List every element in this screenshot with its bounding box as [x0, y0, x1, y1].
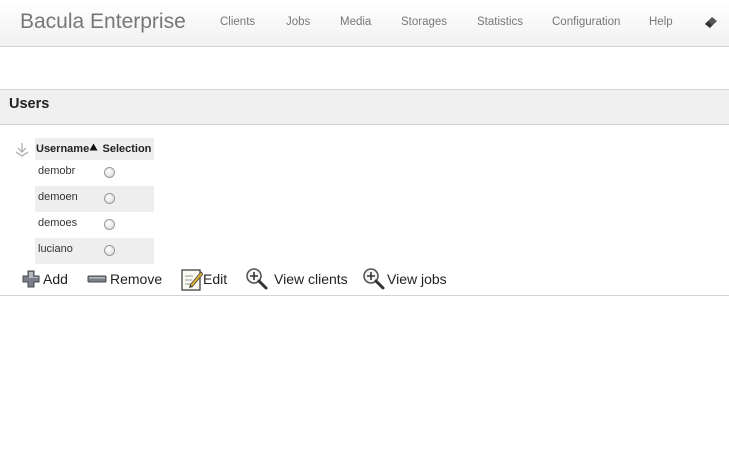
page-title: Users	[9, 96, 50, 112]
remove-label: Remove	[110, 271, 163, 287]
eraser-icon[interactable]	[703, 14, 719, 30]
action-toolbar: Add Remove Edit View clients View jobs	[0, 263, 729, 296]
selection-radio[interactable]	[104, 219, 116, 230]
selection-radio[interactable]	[104, 167, 116, 178]
top-navbar: Bacula Enterprise Clients Jobs Media Sto…	[0, 0, 729, 47]
nav-storages[interactable]: Storages	[401, 16, 447, 28]
nav-media[interactable]: Media	[340, 16, 371, 28]
selection-radio[interactable]	[104, 245, 116, 256]
nav-statistics[interactable]: Statistics	[477, 16, 523, 28]
username-cell: demoen	[35, 186, 102, 212]
edit-note-icon	[181, 269, 203, 291]
table-row[interactable]: demobr	[35, 160, 154, 186]
column-header-username[interactable]: Username	[35, 138, 102, 160]
sort-ascending-icon	[89, 143, 98, 151]
nav-help[interactable]: Help	[649, 16, 673, 28]
view-jobs-label: View jobs	[387, 271, 447, 287]
selection-cell	[101, 186, 154, 212]
users-table: Username Selection demobr demoen demoes …	[35, 138, 154, 264]
selection-cell	[101, 212, 154, 238]
add-label: Add	[43, 271, 68, 287]
plus-icon	[22, 270, 40, 288]
table-row[interactable]: demoes	[35, 212, 154, 238]
brand-title[interactable]: Bacula Enterprise	[20, 10, 186, 34]
minus-icon	[87, 275, 107, 283]
table-row[interactable]: luciano	[35, 238, 154, 264]
column-label-selection: Selection	[102, 143, 152, 155]
sort-order-icon[interactable]	[14, 142, 30, 158]
nav-clients[interactable]: Clients	[220, 16, 255, 28]
zoom-in-icon	[363, 268, 385, 290]
username-cell: demobr	[38, 165, 76, 177]
nav-jobs[interactable]: Jobs	[286, 16, 310, 28]
view-jobs-button[interactable]: View jobs	[362, 267, 447, 291]
username-cell: luciano	[35, 238, 102, 264]
section-header: Users	[0, 89, 729, 125]
view-clients-button[interactable]: View clients	[245, 267, 348, 291]
view-clients-label: View clients	[274, 271, 348, 287]
column-label-username: Username	[36, 143, 90, 155]
username-cell: demoes	[38, 217, 78, 229]
column-header-selection[interactable]: Selection	[101, 138, 154, 160]
table-row[interactable]: demoen	[35, 186, 154, 212]
zoom-in-icon	[246, 268, 268, 290]
edit-label: Edit	[203, 271, 228, 287]
remove-button[interactable]: Remove	[87, 267, 162, 291]
selection-radio[interactable]	[104, 193, 116, 204]
selection-cell	[101, 160, 154, 186]
table-header-row: Username Selection	[35, 138, 154, 160]
selection-cell	[101, 238, 154, 264]
edit-button[interactable]: Edit	[181, 267, 227, 291]
add-button[interactable]: Add	[21, 267, 68, 291]
nav-configuration[interactable]: Configuration	[552, 16, 620, 28]
